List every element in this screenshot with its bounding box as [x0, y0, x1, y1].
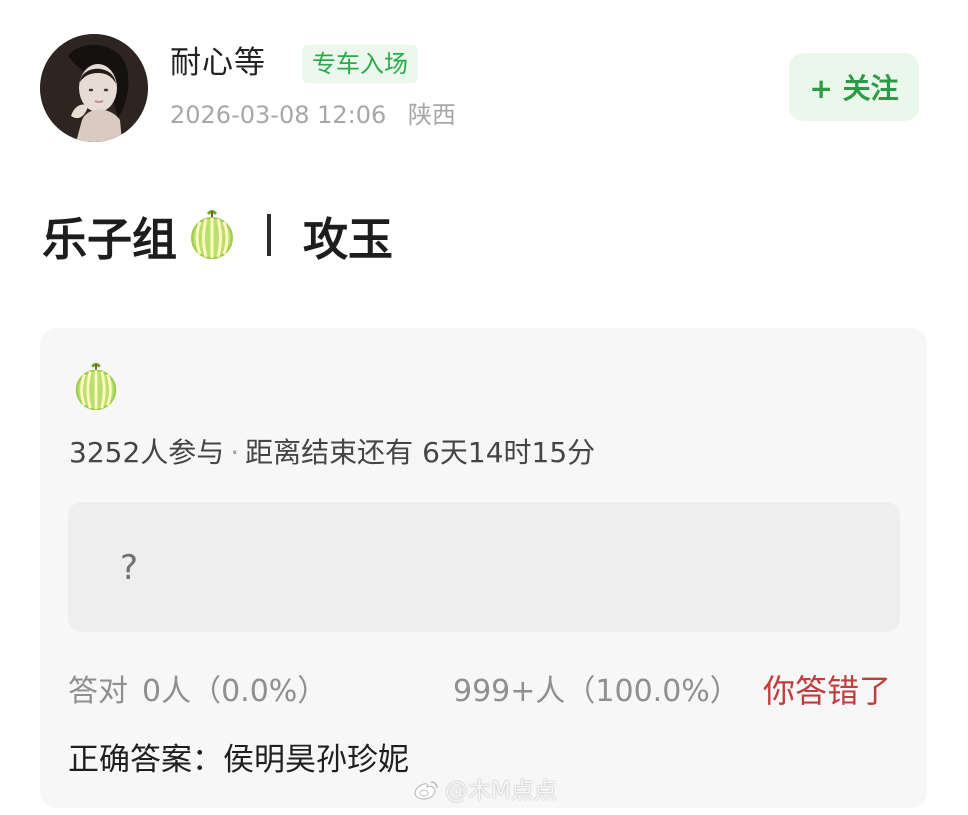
- watermark: @木M点点: [413, 775, 557, 807]
- poll-stats: 3252人参与 · 距离结束还有 6天14时15分: [69, 436, 595, 470]
- poll-option-text: ?: [120, 548, 139, 588]
- other-stats: 999+人（100.0%）: [453, 674, 740, 709]
- post-title-right: 攻玉: [303, 212, 394, 266]
- melon-icon: [75, 362, 117, 411]
- participants-count: 3252人参与: [69, 436, 225, 469]
- correct-label: 答对: [68, 674, 128, 709]
- status-badge: 专车入场: [302, 45, 418, 83]
- post-meta: 2026-03-08 12:06 陕西: [170, 99, 456, 131]
- follow-label: + 关注: [809, 72, 899, 105]
- deadline-text: 距离结束还有 6天14时15分: [245, 436, 596, 469]
- post-title-left: 乐子组: [42, 212, 178, 266]
- user-name[interactable]: 耐心等: [170, 43, 266, 83]
- correct-stats: 答对 0人（0.0%）: [68, 672, 327, 712]
- poll-option[interactable]: ?: [68, 502, 900, 632]
- region-label: 陕西: [407, 101, 456, 129]
- weibo-icon: [414, 781, 438, 800]
- melon-icon: [191, 210, 234, 259]
- title-separator: [267, 214, 272, 256]
- follow-button[interactable]: + 关注: [789, 53, 919, 121]
- woman-avatar-icon: [40, 34, 148, 142]
- watermark-text: @木M点点: [445, 778, 557, 804]
- wrong-answer-label: 你答错了: [763, 672, 892, 710]
- post-title: 乐子组 攻玉: [42, 205, 394, 266]
- timestamp: 2026-03-08 12:06: [170, 101, 387, 129]
- correct-count: 0人（0.0%）: [142, 674, 328, 709]
- correct-answer: 正确答案：侯明昊孙珍妮: [68, 742, 409, 778]
- dot-separator: ·: [230, 436, 240, 469]
- avatar[interactable]: [40, 34, 148, 142]
